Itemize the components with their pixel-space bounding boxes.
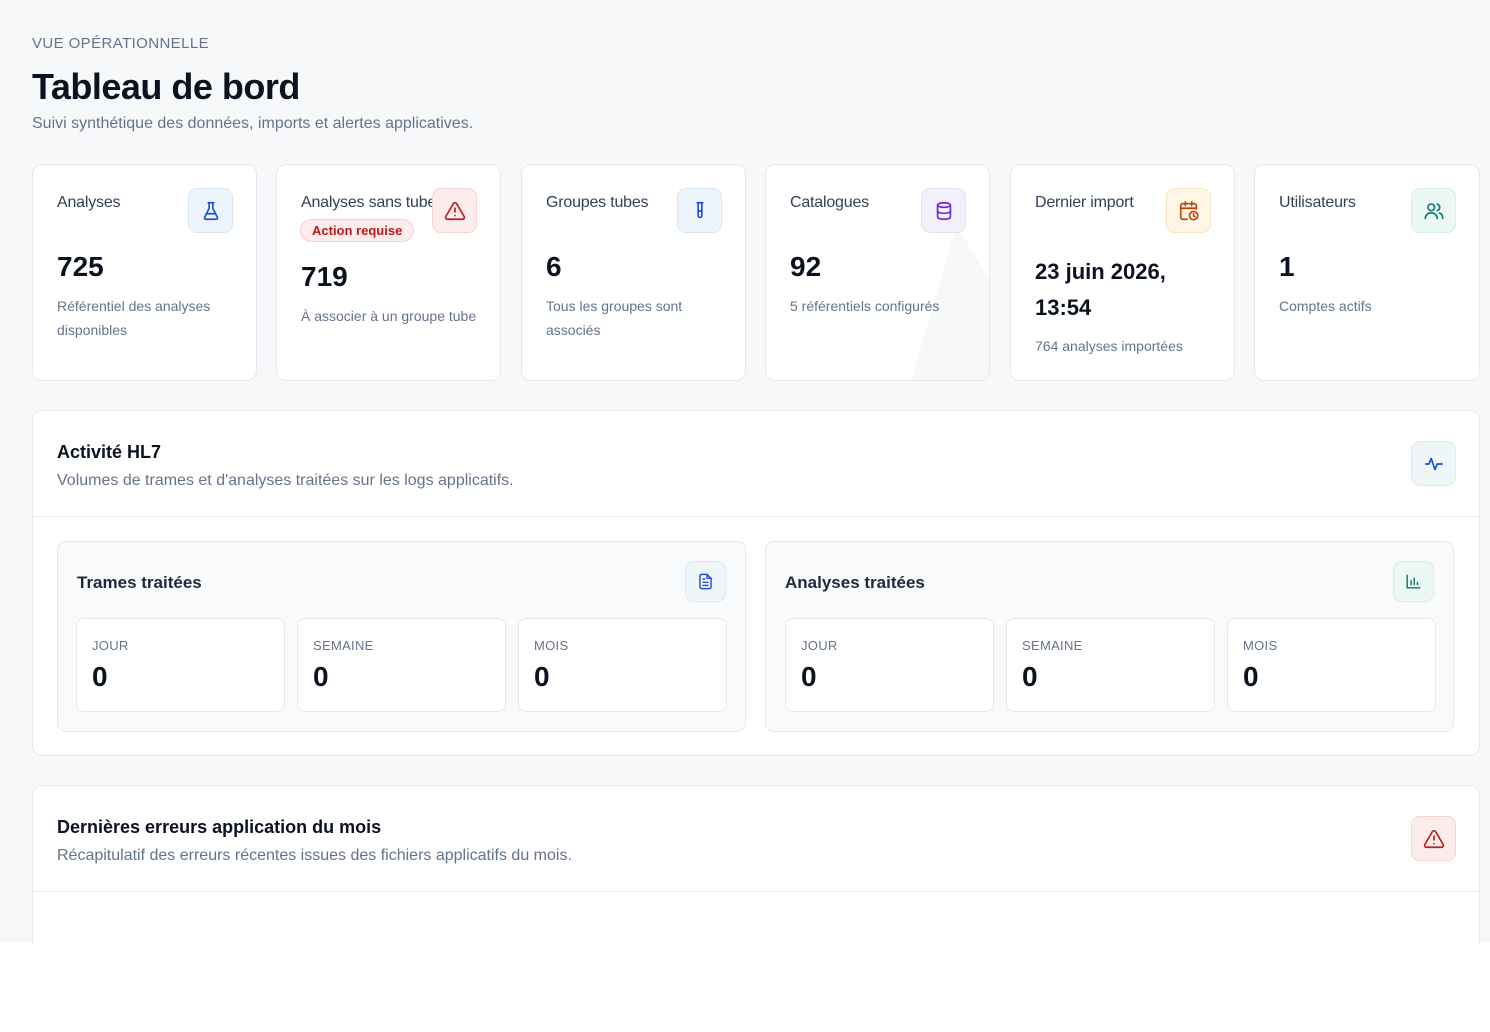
- metric-semaine: SEMAINE 0: [1006, 618, 1215, 712]
- card-title: Analyses traitées: [785, 573, 925, 592]
- panel-subtitle: Volumes de trames et d'analyses traitées…: [57, 472, 514, 489]
- activity-icon: [1411, 441, 1456, 486]
- metric-mois: MOIS 0: [1227, 618, 1436, 712]
- bar-chart-icon: [1393, 561, 1434, 602]
- metric-value: 0: [313, 661, 329, 692]
- stat-label: Analyses: [57, 194, 121, 211]
- stat-card-utilisateurs[interactable]: Utilisateurs 1 Comptes actifs: [1254, 164, 1480, 381]
- hl7-activity-panel: Activité HL7 Volumes de trames et d'anal…: [32, 410, 1480, 756]
- metric-label: MOIS: [534, 638, 569, 653]
- card-title: Trames traitées: [77, 573, 202, 592]
- metric-label: JOUR: [92, 638, 129, 653]
- stat-description: Tous les groupes sont associés: [546, 298, 683, 338]
- stat-card-analyses-sans-tube[interactable]: Analyses sans tube Action requise 719 À …: [276, 164, 501, 381]
- alert-triangle-icon: [432, 188, 477, 233]
- metric-value: 0: [1243, 661, 1259, 692]
- stat-description: 764 analyses importées: [1035, 338, 1183, 354]
- panel-subtitle: Récapitulatif des erreurs récentes issue…: [57, 847, 572, 864]
- stat-label: Dernier import: [1035, 194, 1134, 211]
- stat-label: Utilisateurs: [1279, 194, 1356, 211]
- metric-value: 0: [92, 661, 108, 692]
- stat-value: 6: [546, 251, 562, 282]
- flask-icon: [188, 188, 233, 233]
- metric-jour: JOUR 0: [76, 618, 285, 712]
- stat-card-dernier-import[interactable]: Dernier import 23 juin 2026, 13:54 764 a…: [1010, 164, 1235, 381]
- page-subtitle: Suivi synthétique des données, imports e…: [32, 115, 474, 132]
- page-eyebrow: VUE OPÉRATIONNELLE: [32, 35, 209, 52]
- metric-value: 0: [801, 661, 817, 692]
- metric-label: MOIS: [1243, 638, 1278, 653]
- analyses-traitees-card: Analyses traitées JOUR 0 SEMAINE 0 MOIS …: [765, 541, 1454, 732]
- metric-jour: JOUR 0: [785, 618, 994, 712]
- metric-label: SEMAINE: [313, 638, 374, 653]
- panel-header: Dernières erreurs application du mois Ré…: [33, 786, 1479, 892]
- alert-triangle-icon: [1411, 816, 1456, 861]
- stat-card-catalogues[interactable]: Catalogues 92 5 référentiels configurés: [765, 164, 990, 381]
- metric-label: JOUR: [801, 638, 838, 653]
- stat-value: 1: [1279, 251, 1295, 282]
- test-tube-icon: [677, 188, 722, 233]
- stat-description: À associer à un groupe tube: [301, 308, 477, 324]
- stat-description: Comptes actifs: [1279, 298, 1372, 314]
- page-title: Tableau de bord: [32, 66, 300, 107]
- file-text-icon: [685, 561, 726, 602]
- database-icon: [921, 188, 966, 233]
- panel-title: Dernières erreurs application du mois: [57, 817, 382, 837]
- stat-label: Analyses sans tube: [301, 194, 437, 211]
- users-icon: [1411, 188, 1456, 233]
- stat-card-groupes-tubes[interactable]: Groupes tubes 6 Tous les groupes sont as…: [521, 164, 746, 381]
- calendar-clock-icon: [1166, 188, 1211, 233]
- stat-value: 23 juin 2026, 13:54: [1035, 259, 1166, 320]
- dashboard-page: VUE OPÉRATIONNELLE Tableau de bord Suivi…: [0, 0, 1490, 943]
- trames-traitees-card: Trames traitées JOUR 0 SEMAINE 0 MOIS 0: [57, 541, 746, 732]
- metric-value: 0: [534, 661, 550, 692]
- stat-value: 92: [790, 251, 822, 282]
- stat-card-analyses[interactable]: Analyses 725 Référentiel des analyses di…: [32, 164, 257, 381]
- metric-mois: MOIS 0: [518, 618, 727, 712]
- stat-value: 719: [301, 261, 348, 292]
- stat-description: 5 référentiels configurés: [790, 298, 940, 314]
- stat-label: Groupes tubes: [546, 194, 649, 211]
- metric-value: 0: [1022, 661, 1038, 692]
- panel-title: Activité HL7: [57, 442, 162, 462]
- metric-label: SEMAINE: [1022, 638, 1083, 653]
- stat-value: 725: [57, 251, 104, 282]
- stats-row: Analyses 725 Référentiel des analyses di…: [32, 164, 1480, 381]
- action-required-badge: Action requise: [300, 219, 415, 242]
- metric-semaine: SEMAINE 0: [297, 618, 506, 712]
- stat-label: Catalogues: [790, 194, 869, 211]
- app-errors-panel: Dernières erreurs application du mois Ré…: [32, 785, 1480, 943]
- stat-description: Référentiel des analyses disponibles: [57, 298, 211, 338]
- panel-header: Activité HL7 Volumes de trames et d'anal…: [33, 411, 1479, 517]
